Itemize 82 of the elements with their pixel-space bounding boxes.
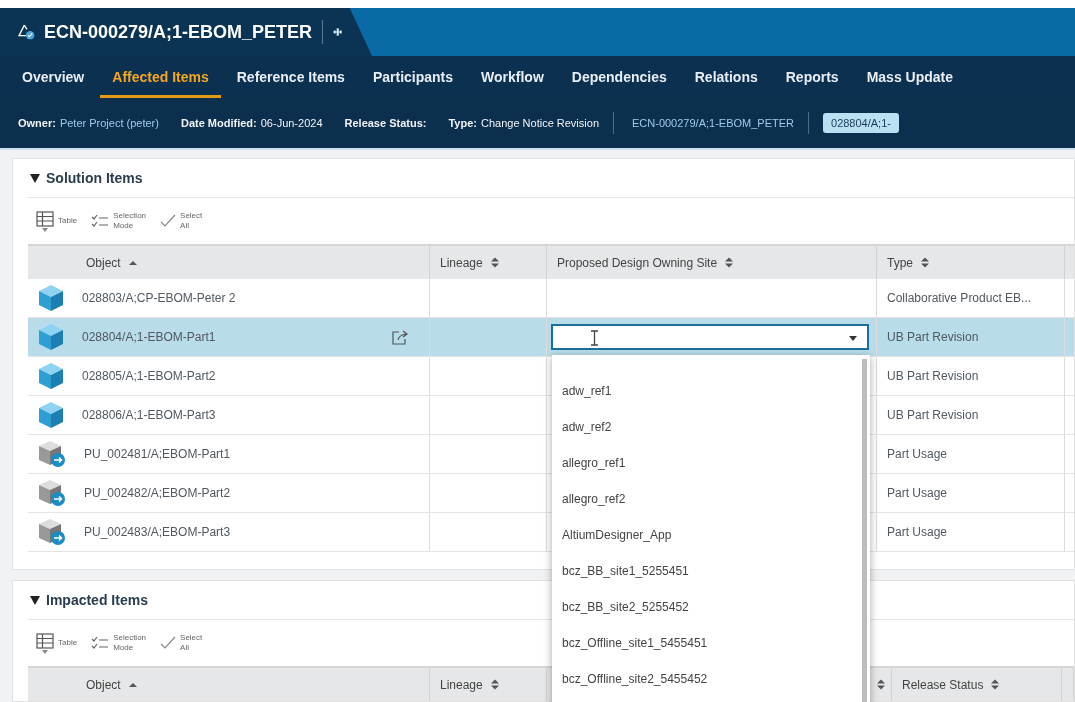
check-icon (160, 636, 177, 650)
column-header[interactable]: Object (28, 246, 430, 279)
date-modified-value: 06-Jun-2024 (260, 117, 323, 129)
owner-label: Owner: (18, 117, 56, 129)
stacked-cube-icon (38, 440, 66, 468)
object-name[interactable]: PU_002482/A;EBOM-Part2 (84, 486, 429, 500)
caret-icon (42, 227, 48, 232)
tab[interactable]: Reference Items (224, 56, 357, 98)
tab[interactable]: Relations (682, 56, 770, 98)
tab[interactable]: Reports (773, 56, 851, 98)
dropdown-option[interactable]: bcz_Offline_site2_5455452 (562, 661, 862, 697)
column-header[interactable]: Release Status (892, 668, 1062, 701)
dropdown-option[interactable]: bcz_BB_site1_5255451 (562, 553, 862, 589)
selected-object-chip[interactable]: 028804/A;1- (823, 113, 899, 133)
table-view-button[interactable]: Table (36, 632, 78, 654)
type-text: Part Usage (887, 525, 948, 539)
object-name[interactable]: PU_002483/A;EBOM-Part3 (84, 525, 429, 539)
table-icon (36, 210, 54, 227)
collapse-triangle-icon[interactable] (30, 595, 40, 605)
object-name[interactable]: 028805/A;1-EBOM-Part2 (82, 369, 429, 383)
column-header[interactable]: Lineage (430, 668, 547, 701)
column-header[interactable]: Proposed Design Owning Site (547, 246, 877, 279)
sort-icon[interactable] (725, 257, 734, 268)
select-all-button[interactable]: Select All (160, 633, 203, 653)
selection-mode-button[interactable]: Selection Mode (91, 211, 147, 231)
type-label: Type: (448, 117, 477, 129)
dropdown-option[interactable]: bcz_BB_site2_5255452 (562, 589, 862, 625)
section-title: Solution Items (46, 170, 143, 186)
checklist-icon (91, 636, 110, 650)
type-text: Part Usage (887, 486, 948, 500)
object-name[interactable]: 028806/A;1-EBOM-Part3 (82, 408, 429, 422)
section-title: Impacted Items (46, 592, 148, 608)
object-name[interactable]: PU_002481/A;EBOM-Part1 (84, 447, 429, 461)
sort-icon[interactable] (991, 679, 1000, 690)
sort-icon[interactable] (877, 679, 885, 690)
table-view-button[interactable]: Table (36, 210, 78, 232)
cube-icon (38, 362, 64, 390)
check-icon (160, 214, 177, 228)
column-header[interactable]: Object (28, 668, 430, 701)
release-status-label: Release Status: (344, 117, 427, 129)
column-header[interactable]: Lineage (430, 246, 547, 279)
table-row[interactable]: 028804/A;1-EBOM-Part1 UB Part Revision (28, 318, 1074, 357)
select-all-button[interactable]: Select All (160, 211, 203, 231)
object-name[interactable]: 028804/A;1-EBOM-Part1 (82, 330, 391, 344)
sort-icon[interactable] (490, 679, 499, 690)
date-modified-label: Date Modified: (180, 117, 257, 129)
cube-icon (38, 284, 64, 312)
tab[interactable]: Participants (360, 56, 466, 98)
caret-icon (42, 649, 48, 654)
dropdown-option[interactable]: AltiumDesigner_App (562, 517, 862, 553)
tab[interactable]: Workflow (469, 56, 556, 98)
owning-site-combobox[interactable] (551, 324, 869, 350)
column-header[interactable]: Type (877, 246, 1065, 279)
tab[interactable]: Dependencies (559, 56, 679, 98)
sort-icon[interactable] (921, 257, 929, 268)
cube-icon (38, 323, 64, 351)
sort-icon[interactable] (490, 257, 499, 268)
sort-ascending-icon[interactable] (128, 681, 137, 688)
type-text: Part Usage (887, 447, 948, 461)
type-value: Change Notice Revision (481, 117, 599, 129)
text-cursor-icon (591, 330, 598, 346)
change-notice-link[interactable]: ECN-000279/A;1-EBOM_PETER (632, 117, 794, 129)
type-text: UB Part Revision (887, 369, 979, 383)
stacked-cube-icon (38, 518, 66, 546)
owner-link[interactable]: Peter Project (peter) (59, 117, 159, 129)
type-text: Collaborative Product EB... (887, 291, 1032, 305)
checklist-icon (91, 214, 110, 228)
window-title: ECN-000279/A;1-EBOM_PETER (43, 21, 312, 43)
object-name[interactable]: 028803/A;CP-EBOM-Peter 2 (82, 291, 429, 305)
collapse-triangle-icon[interactable] (30, 173, 40, 183)
sort-ascending-icon[interactable] (128, 259, 137, 266)
tab[interactable]: Overview (10, 56, 97, 98)
table-icon (36, 632, 54, 649)
selection-mode-button[interactable]: Selection Mode (91, 633, 147, 653)
dropdown-option[interactable]: bcz_Offline_site1_5455451 (562, 625, 862, 661)
caret-icon (849, 336, 857, 341)
type-text: UB Part Revision (887, 408, 979, 422)
type-text: UB Part Revision (887, 330, 979, 344)
cube-icon (38, 401, 64, 429)
open-in-new-icon[interactable] (391, 329, 409, 345)
tab[interactable]: Mass Update (854, 56, 965, 98)
stacked-cube-icon (38, 479, 66, 507)
